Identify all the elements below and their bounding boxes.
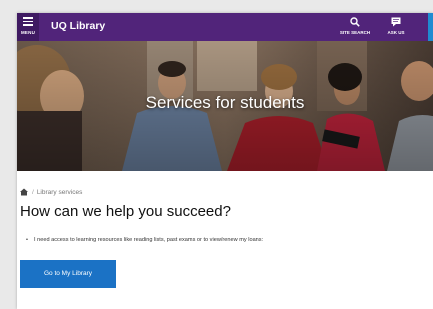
ask-us-label: ASK US: [387, 30, 405, 35]
menu-button[interactable]: MENU: [17, 13, 39, 41]
home-icon[interactable]: [20, 188, 28, 196]
library-page: MENU UQ Library SITE SEARCH ASK US Servi…: [17, 13, 433, 309]
breadcrumb-separator: /: [32, 188, 34, 196]
help-options-list: I need access to learning resources like…: [20, 237, 263, 243]
hero-banner: Services for students: [17, 41, 433, 171]
site-search-button[interactable]: SITE SEARCH: [333, 13, 377, 41]
site-brand[interactable]: UQ Library: [51, 20, 105, 32]
go-to-my-library-button[interactable]: Go to My Library: [20, 260, 116, 288]
top-navigation-bar: MENU UQ Library SITE SEARCH ASK US: [17, 13, 433, 41]
menu-label: MENU: [20, 30, 36, 35]
account-button-edge[interactable]: [428, 13, 433, 41]
breadcrumb-library-services[interactable]: Library services: [37, 189, 83, 196]
ask-us-button[interactable]: ASK US: [381, 13, 411, 41]
hamburger-icon: [23, 17, 33, 26]
breadcrumb: / Library services: [20, 188, 82, 196]
page-heading: How can we help you succeed?: [20, 203, 231, 220]
list-item: I need access to learning resources like…: [20, 237, 263, 243]
search-icon: [350, 17, 360, 27]
site-search-label: SITE SEARCH: [339, 30, 371, 35]
chat-icon: [391, 17, 401, 27]
hero-title: Services for students: [145, 93, 305, 112]
